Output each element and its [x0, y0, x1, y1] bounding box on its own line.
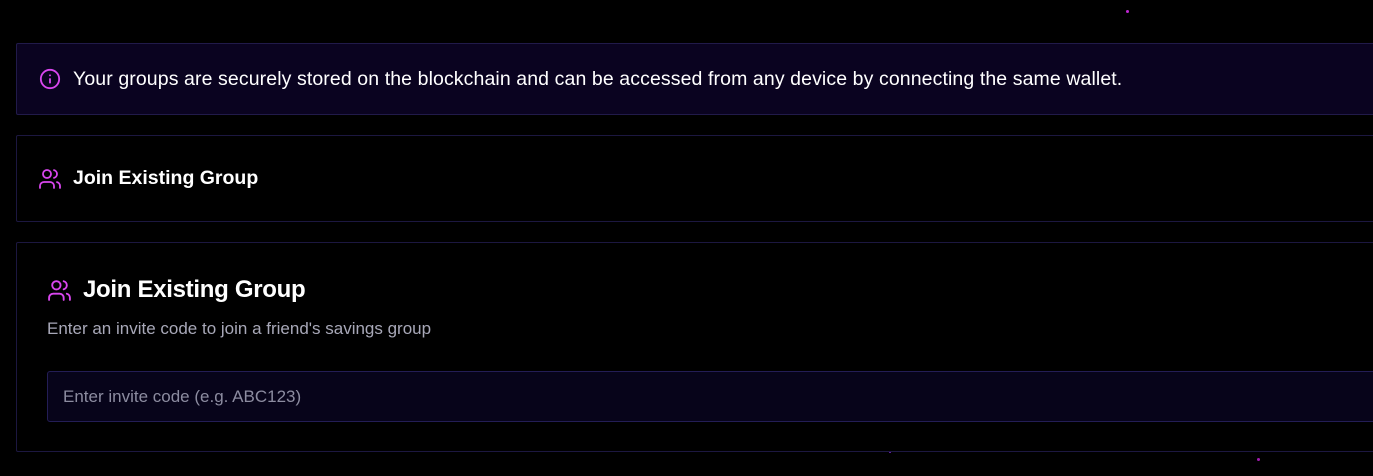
- invite-code-input[interactable]: [47, 371, 1373, 422]
- card-title: Join Existing Group: [83, 276, 306, 303]
- users-icon: [47, 277, 73, 303]
- card-header: Join Existing Group: [47, 276, 306, 304]
- info-banner: Your groups are securely stored on the b…: [16, 43, 1373, 115]
- info-banner-text: Your groups are securely stored on the b…: [73, 67, 1123, 90]
- join-group-section-toggle[interactable]: Join Existing Group: [16, 135, 1373, 222]
- background-particle: [1126, 10, 1129, 13]
- info-circle-icon: [39, 68, 61, 90]
- section-title: Join Existing Group: [73, 167, 259, 189]
- background-particle: [1257, 458, 1260, 461]
- users-icon: [38, 167, 62, 191]
- card-subtitle: Enter an invite code to join a friend's …: [47, 319, 432, 338]
- join-group-card: Join Existing Group Enter an invite code…: [16, 242, 1373, 452]
